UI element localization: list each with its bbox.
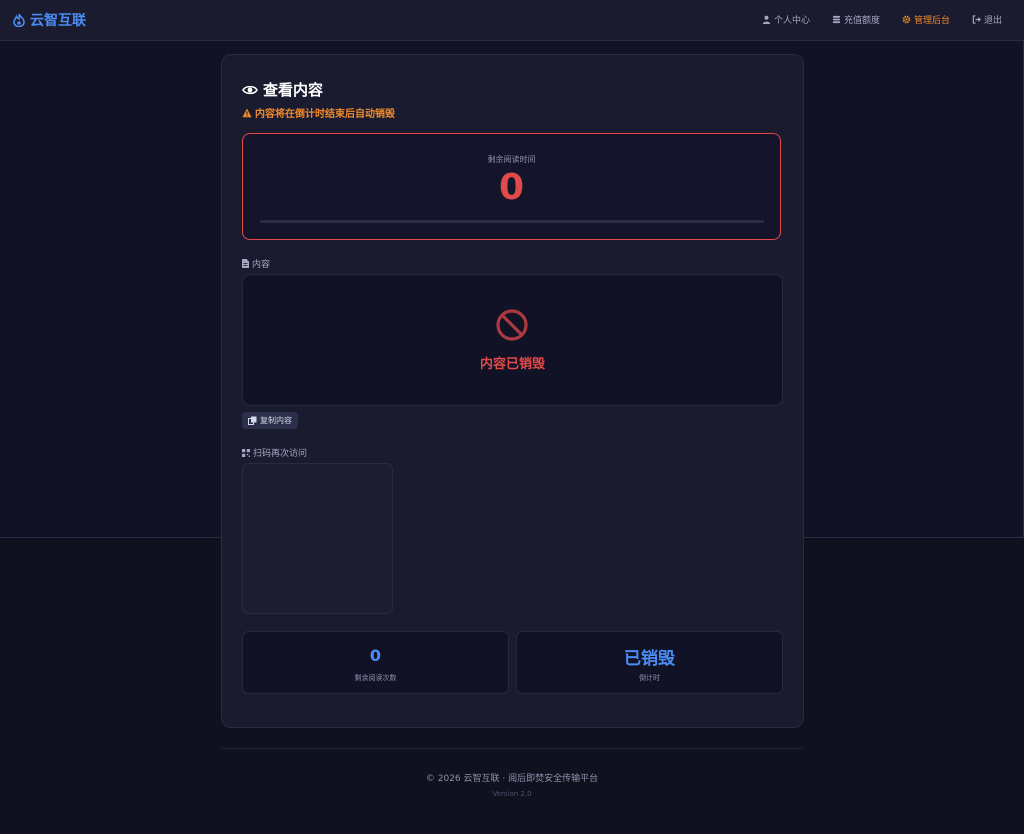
content-destroyed-text: 内容已销毁 bbox=[479, 357, 545, 372]
logout-icon bbox=[972, 15, 981, 24]
qrcode-icon bbox=[242, 448, 250, 457]
content-section-label: 内容 bbox=[242, 257, 270, 270]
footer-divider bbox=[221, 748, 803, 749]
flame-icon bbox=[13, 13, 25, 27]
qr-label-text: 扫码再次访问 bbox=[253, 449, 308, 459]
nav-item-logout[interactable]: 退出 bbox=[972, 13, 1002, 26]
footer-copyright: © 2026 云智互联 · 阅后即焚安全传输平台 bbox=[425, 774, 599, 784]
copy-content-button[interactable]: 复制内容 bbox=[242, 412, 298, 429]
warning-icon bbox=[242, 108, 252, 117]
user-icon bbox=[762, 15, 771, 24]
ban-icon bbox=[496, 309, 528, 341]
view-content-card: 查看内容 内容将在倒计时结束后自动销毁 剩余阅读时间 0 内容 内容已销毁 复制… bbox=[221, 54, 804, 728]
file-icon bbox=[242, 259, 249, 268]
nav-item-admin[interactable]: 管理后台 bbox=[902, 13, 950, 26]
copy-icon bbox=[248, 416, 257, 425]
top-navbar: 云智互联 个人中心 充值额度 管理后台 退出 bbox=[0, 0, 1024, 41]
countdown-timer: 剩余阅读时间 0 bbox=[242, 133, 781, 240]
stat-remaining-reads: 0 剩余阅读次数 bbox=[242, 631, 509, 694]
brand-logo[interactable]: 云智互联 bbox=[13, 10, 86, 30]
nav-item-recharge[interactable]: 充值额度 bbox=[832, 13, 880, 26]
content-label-text: 内容 bbox=[252, 260, 271, 270]
nav-item-profile[interactable]: 个人中心 bbox=[762, 13, 810, 26]
stat-countdown: 已销毁 倒计时 bbox=[516, 631, 783, 694]
stat-value: 0 bbox=[369, 646, 382, 665]
copy-button-label: 复制内容 bbox=[260, 416, 292, 425]
timer-progress-bar bbox=[260, 220, 764, 223]
content-display: 内容已销毁 bbox=[242, 274, 783, 406]
coins-icon bbox=[832, 15, 841, 24]
destroy-warning: 内容将在倒计时结束后自动销毁 bbox=[242, 105, 395, 120]
gear-icon bbox=[902, 15, 911, 24]
nav-item-label: 管理后台 bbox=[913, 16, 950, 26]
nav-item-label: 充值额度 bbox=[843, 16, 880, 26]
footer-version: Version 2.0 bbox=[492, 790, 532, 798]
stat-label: 倒计时 bbox=[639, 674, 660, 682]
nav-item-label: 退出 bbox=[983, 16, 1002, 26]
brand-name: 云智互联 bbox=[30, 13, 86, 29]
timer-value: 0 bbox=[498, 167, 525, 208]
stat-value: 已销毁 bbox=[624, 649, 675, 669]
stat-label: 剩余阅读次数 bbox=[354, 674, 397, 682]
page-title: 查看内容 bbox=[242, 79, 323, 100]
eye-icon bbox=[242, 85, 258, 94]
warning-text: 内容将在倒计时结束后自动销毁 bbox=[255, 109, 395, 120]
page-title-text: 查看内容 bbox=[263, 81, 324, 99]
nav-links: 个人中心 充值额度 管理后台 退出 bbox=[740, 13, 1002, 26]
timer-label: 剩余阅读时间 bbox=[487, 155, 536, 164]
qr-code-image bbox=[242, 463, 393, 614]
nav-item-label: 个人中心 bbox=[773, 16, 810, 26]
qr-section-label: 扫码再次访问 bbox=[242, 446, 307, 459]
